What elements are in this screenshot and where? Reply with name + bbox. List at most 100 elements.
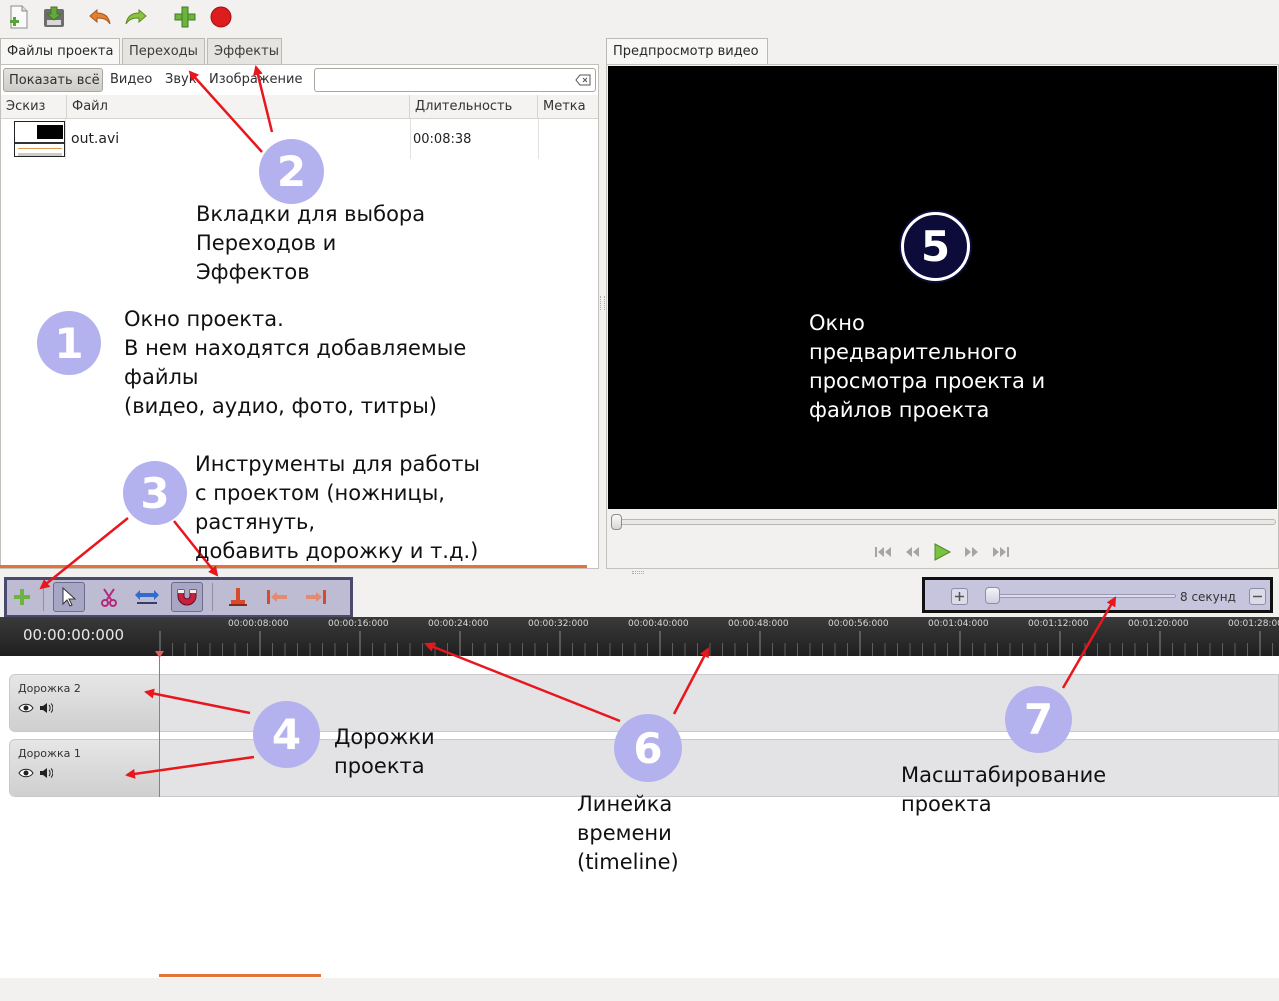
eye-icon[interactable] (18, 768, 34, 778)
filter-audio-button[interactable]: Звук (165, 68, 197, 92)
annotation-text-4: Дорожки проекта (334, 725, 435, 778)
preview-seek-handle[interactable] (611, 514, 622, 530)
zoom-in-button[interactable] (951, 588, 968, 605)
eye-icon[interactable] (18, 703, 34, 713)
annotation-text-5: Окно предварительного просмотра проекта иф… (809, 311, 1046, 422)
redo-icon (125, 8, 147, 25)
play-icon[interactable] (932, 542, 952, 562)
marker-icon (229, 588, 247, 606)
horizontal-splitter[interactable] (632, 571, 644, 574)
ruler-tick-label: 00:01:12:000 (1028, 619, 1089, 629)
annotation-text-1: Окно проекта. В нем находятся добавляемые… (124, 307, 467, 418)
filter-video-button[interactable]: Видео (110, 68, 152, 92)
add-track-button[interactable] (6, 582, 38, 612)
annotation-number-6: 6 (614, 714, 682, 782)
previous-marker-button[interactable] (261, 582, 293, 612)
record-icon (210, 6, 232, 28)
tab-project-files[interactable]: Файлы проекта (0, 38, 120, 65)
resize-arrows-icon (135, 590, 159, 604)
filter-show-all-button[interactable]: Показать всё (3, 68, 103, 92)
annotation-text-3: Инструменты для работы с проектом (ножниц… (195, 452, 481, 563)
playhead-marker-icon[interactable] (155, 651, 164, 658)
zoom-in-icon (955, 592, 964, 601)
save-project-button[interactable] (40, 3, 68, 31)
annotation-number-1: 1 (37, 311, 101, 375)
add-files-icon (174, 6, 196, 28)
file-name: out.avi (71, 131, 120, 147)
tab-effects[interactable]: Эффекты (207, 38, 282, 64)
ruler-tick-label: 00:01:20:000 (1128, 619, 1189, 629)
ruler-tick-label: 00:00:48:000 (728, 619, 789, 629)
annotation-number-3: 3 (123, 461, 187, 525)
magnet-icon (177, 589, 197, 606)
ruler-tick-label: 00:00:16:000 (328, 619, 389, 629)
add-track-icon (14, 589, 30, 605)
track-name: Дорожка 1 (18, 747, 81, 760)
rewind-icon[interactable] (904, 546, 920, 558)
annotation-number-7: 7 (1005, 686, 1072, 753)
redo-button[interactable] (122, 3, 150, 31)
scissors-icon (101, 588, 117, 607)
next-marker-button[interactable] (300, 582, 332, 612)
track-header: Дорожка 1 (10, 740, 160, 796)
annotation-number-4: 4 (253, 701, 320, 768)
zoom-out-button[interactable] (1249, 588, 1266, 605)
jump-end-icon[interactable] (992, 546, 1010, 558)
timeline-scroll-indicator[interactable] (159, 974, 321, 977)
speaker-icon[interactable] (39, 767, 53, 779)
main-toolbar (0, 0, 1279, 36)
undo-button[interactable] (86, 3, 114, 31)
zoom-out-icon (1253, 595, 1262, 598)
file-thumbnail (14, 121, 65, 157)
add-marker-button[interactable] (222, 582, 254, 612)
annotation-number-5: 5 (901, 212, 970, 281)
tab-transitions[interactable]: Переходы (122, 38, 205, 64)
zoom-label: 8 секунд (1180, 590, 1236, 604)
track-name: Дорожка 2 (18, 682, 81, 695)
clear-search-icon[interactable] (575, 74, 591, 86)
track-header: Дорожка 2 (10, 675, 160, 731)
new-project-button[interactable] (5, 3, 33, 31)
playhead-line[interactable] (159, 653, 160, 797)
add-files-button[interactable] (171, 3, 199, 31)
jump-start-icon[interactable] (874, 546, 892, 558)
ruler-tick-label: 00:00:24:000 (428, 619, 489, 629)
save-project-icon (44, 6, 64, 27)
annotation-text-7: Масштабирование проекта (901, 763, 1107, 816)
ruler-tick-label: 00:00:40:000 (628, 619, 689, 629)
zoom-slider[interactable] (986, 594, 1176, 598)
vertical-splitter[interactable] (600, 296, 605, 310)
column-thumbnail[interactable]: Эскиз (1, 95, 67, 119)
speaker-icon[interactable] (39, 702, 53, 714)
record-button[interactable] (207, 3, 235, 31)
ruler-tick-label: 00:01:28:000 (1228, 619, 1279, 629)
preview-screen (608, 66, 1277, 509)
tab-video-preview[interactable]: Предпросмотр видео (606, 38, 768, 65)
cursor-icon (62, 587, 77, 607)
playback-controls (870, 540, 1020, 564)
filter-image-button[interactable]: Изображение (209, 68, 302, 92)
preview-seek-slider[interactable] (612, 519, 1276, 525)
annotation-text-6: Линейка времени (timeline) (577, 792, 679, 874)
annotation-text-2: Вкладки для выбора Переходов и Эффектов (196, 202, 426, 284)
fast-forward-icon[interactable] (964, 546, 980, 558)
file-duration: 00:08:38 (413, 132, 472, 147)
ruler-tick-label: 00:00:08:000 (228, 619, 289, 629)
status-bar (0, 978, 1279, 1001)
search-input[interactable] (314, 68, 596, 92)
undo-icon (89, 8, 111, 25)
column-duration[interactable]: Длительность (410, 95, 538, 119)
previous-marker-icon (267, 590, 287, 604)
razor-tool-button[interactable] (93, 582, 125, 612)
column-label[interactable]: Метка (538, 95, 598, 119)
ruler-tick-label: 00:01:04:000 (928, 619, 989, 629)
resize-tool-button[interactable] (131, 582, 163, 612)
annotation-number-2: 2 (259, 139, 324, 204)
next-marker-icon (306, 590, 326, 604)
new-project-icon (10, 5, 28, 29)
ruler-tick-label: 00:00:32:000 (528, 619, 589, 629)
select-tool-button[interactable] (53, 582, 85, 612)
zoom-slider-handle[interactable] (985, 587, 1000, 604)
snap-tool-button[interactable] (171, 582, 203, 612)
column-file[interactable]: Файл (67, 95, 410, 119)
